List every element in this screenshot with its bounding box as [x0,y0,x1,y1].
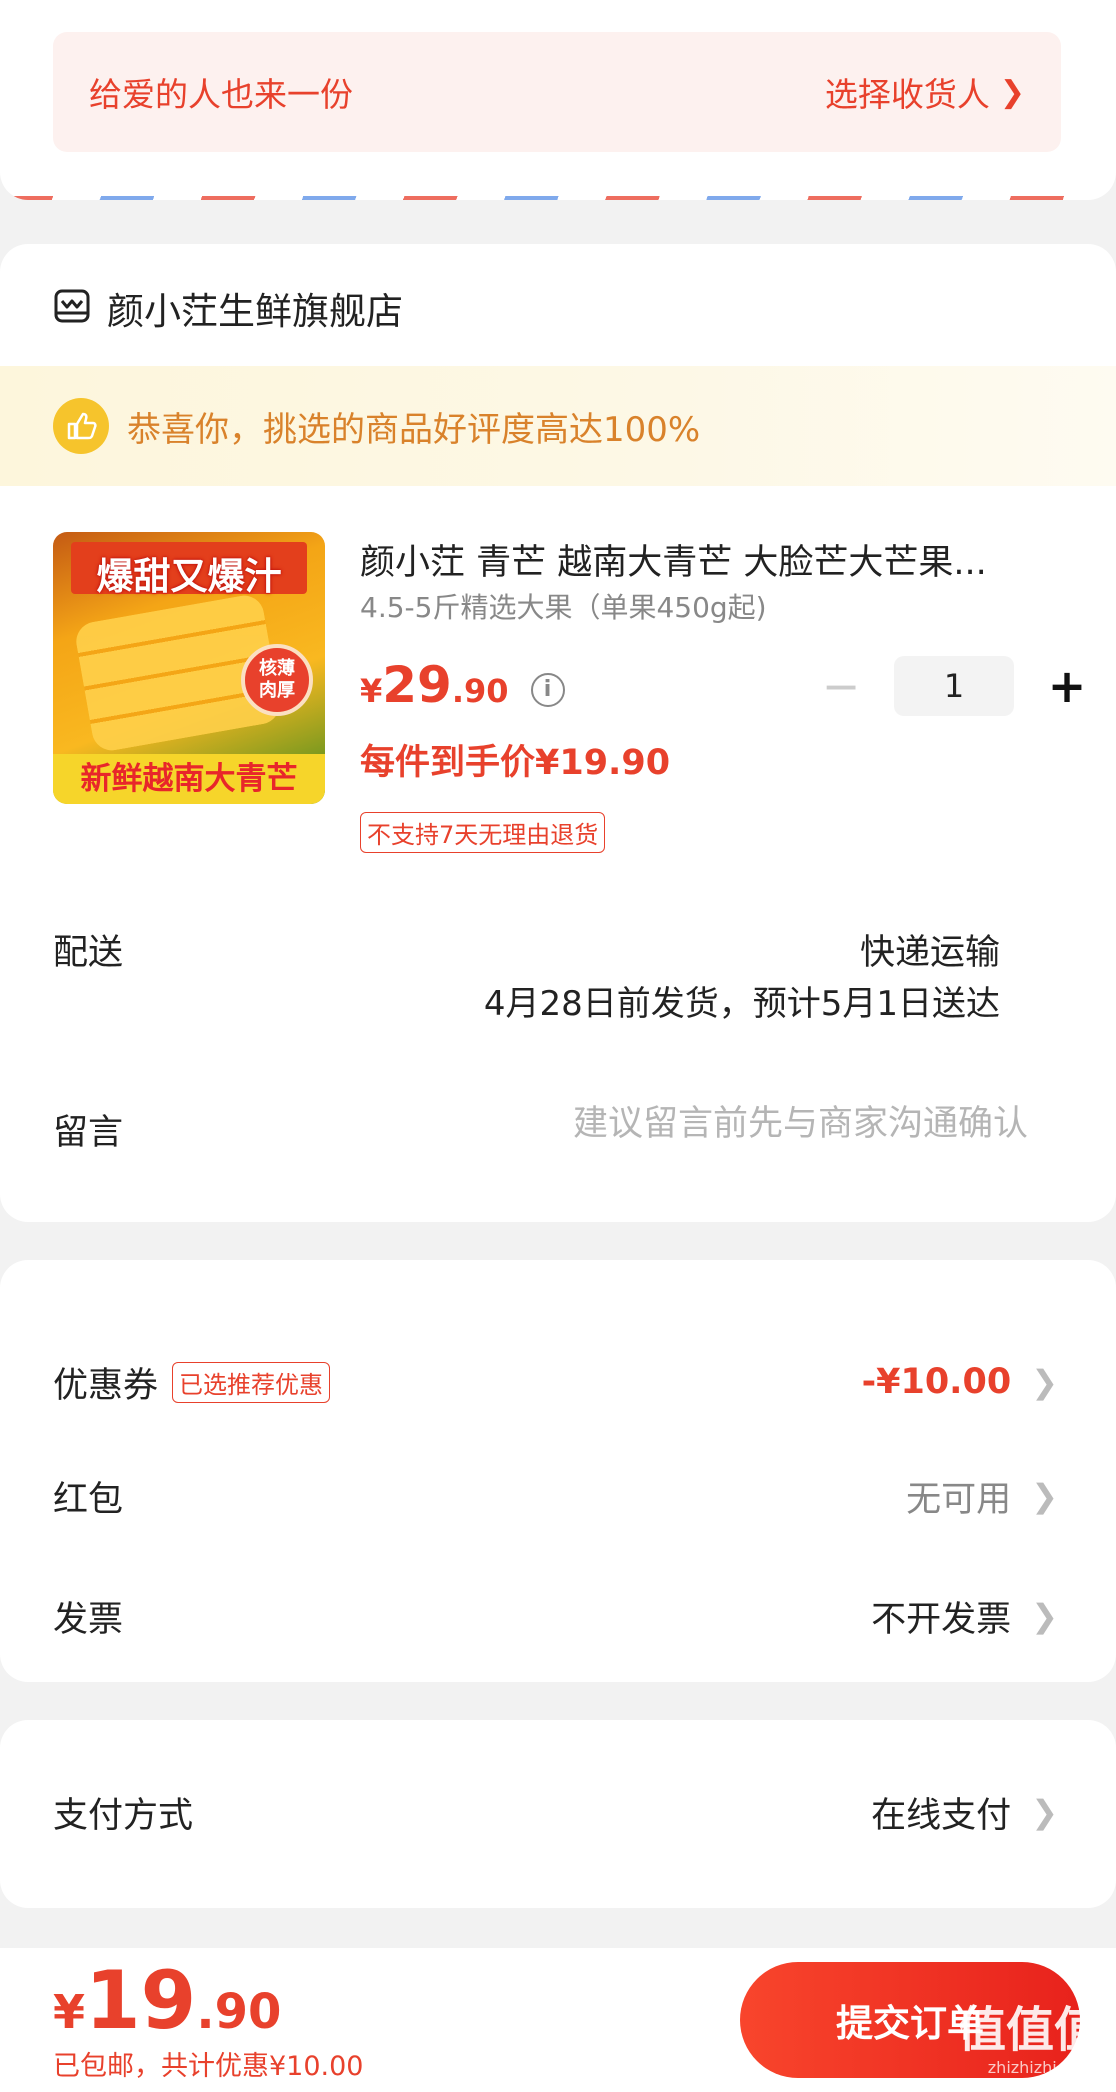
total-note: 已包邮，共计优惠¥10.00 [53,2051,364,2082]
message-input[interactable] [408,1096,1028,1152]
store-icon [53,287,91,329]
total-currency: ¥ [53,1985,86,2039]
price-currency: ¥ [360,672,383,710]
gift-bar[interactable]: 给爱的人也来一份 选择收货人 ❯ [53,32,1061,152]
payment-value: 在线支付 [871,1795,1012,1836]
price-row: ¥ 29 .90 i [360,656,565,714]
message-label: 留言 [53,1113,124,1153]
invoice-value: 不开发票 [871,1599,1012,1640]
coupon-row[interactable]: 优惠券 已选推荐优惠 -¥10.00 ❯ [53,1352,1058,1412]
promo-text: 恭喜你，挑选的商品好评度高达100% [127,409,701,450]
image-slogan-bottom: 新鲜越南大青芒 [53,754,325,804]
total-integer: 19 [85,1954,197,2047]
quantity-value[interactable]: 1 [894,656,1014,716]
gift-text: 给爱的人也来一份 [89,75,353,114]
return-policy-tag: 不支持7天无理由退货 [360,812,606,853]
chevron-right-icon: ❯ [1031,1597,1058,1635]
watermark-logo: 值值值 [957,2002,1102,2058]
redpacket-value: 无可用 [906,1479,1012,1520]
product-image[interactable]: 爆甜又爆汁 核薄 肉厚 新鲜越南大青芒 [53,532,325,804]
payment-row[interactable]: 支付方式 在线支付 ❯ [53,1782,1058,1842]
thumbs-up-icon [53,398,109,454]
shipping-date: 4月28日前发货，预计5月1日送达 [483,984,1000,1024]
product-spec: 4.5-5斤精选大果（单果450g起) [360,591,767,624]
coupon-label: 优惠券 [53,1365,159,1406]
invoice-label: 发票 [53,1599,124,1640]
product-price: ¥ 29 .90 [360,656,509,714]
redpacket-label: 红包 [53,1479,124,1520]
total-price: ¥ 19 .90 [53,1956,281,2046]
total-decimal: .90 [196,1984,282,2040]
store-name: 颜小茳生鲜旗舰店 [107,290,403,333]
select-recipient-label: 选择收货人 [824,75,990,114]
chevron-right-icon: ❯ [1031,1793,1058,1831]
redpacket-row[interactable]: 红包 无可用 ❯ [53,1466,1058,1526]
store-header[interactable]: 颜小茳生鲜旗舰店 [53,280,403,336]
price-integer: 29 [382,656,452,714]
order-store-card: 颜小茳生鲜旗舰店 恭喜你，挑选的商品好评度高达100% 爆甜又爆汁 核薄 肉厚 … [0,244,1116,1222]
watermark-url: zhizhizhi.com [987,2058,1096,2077]
final-price: 每件到手价¥19.90 [360,743,671,783]
invoice-row[interactable]: 发票 不开发票 ❯ [53,1586,1058,1646]
chevron-right-icon: ❯ [999,74,1025,110]
payment-card: 支付方式 在线支付 ❯ [0,1720,1116,1908]
image-badge-line1: 核薄 [259,658,295,679]
airmail-stripe [0,196,1116,200]
gift-card: 给爱的人也来一份 选择收货人 ❯ [0,0,1116,200]
decrease-quantity-button[interactable]: − [818,663,864,709]
promo-banner: 恭喜你，挑选的商品好评度高达100% [0,366,1116,486]
payment-label: 支付方式 [53,1795,194,1836]
image-badge: 核薄 肉厚 [241,644,313,716]
chevron-right-icon: ❯ [1031,1363,1058,1401]
shipping-method: 快递运输 [859,933,1000,973]
image-slogan-top: 爆甜又爆汁 [96,555,282,598]
info-icon[interactable]: i [530,672,565,707]
select-recipient-button[interactable]: 选择收货人 ❯ [825,68,1025,116]
image-badge-line2: 肉厚 [259,680,295,701]
quantity-stepper: − 1 + [818,656,1090,716]
shipping-label: 配送 [53,933,124,973]
increase-quantity-button[interactable]: + [1044,663,1090,709]
chevron-right-icon: ❯ [1031,1477,1058,1515]
coupon-tag: 已选推荐优惠 [172,1361,331,1403]
product-title[interactable]: 颜小茳 青芒 越南大青芒 大脸芒大芒果... [360,534,1060,585]
discount-card: 优惠券 已选推荐优惠 -¥10.00 ❯ 红包 无可用 ❯ 发票 不开发票 ❯ [0,1260,1116,1682]
coupon-value: -¥10.00 [861,1362,1012,1402]
price-decimal: .90 [451,672,509,710]
checkout-bar: ¥ 19 .90 已包邮，共计优惠¥10.00 提交订单 值值值 zhizhiz… [0,1948,1116,2092]
